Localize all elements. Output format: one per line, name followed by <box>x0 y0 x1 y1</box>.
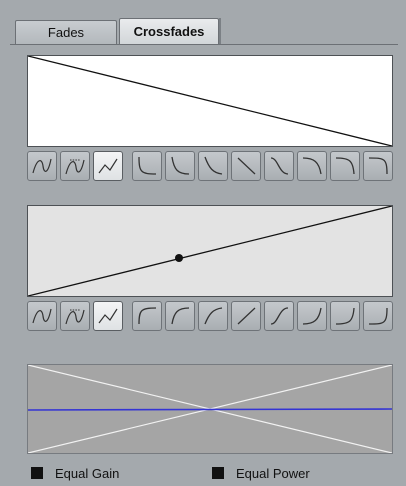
fade-preset-icon <box>270 307 289 325</box>
fade-out-preset-5[interactable] <box>264 151 294 181</box>
fade-in-preset-8[interactable] <box>363 301 393 331</box>
fade-in-preset-1[interactable] <box>132 301 162 331</box>
fade-preset-icon <box>237 307 256 325</box>
damped-spline-curve-icon <box>65 159 85 175</box>
fade-preset-icon <box>302 157 322 175</box>
equal-power-label: Equal Power <box>236 466 310 481</box>
fade-out-preset-3[interactable] <box>198 151 228 181</box>
fade-preset-icon <box>204 156 223 175</box>
fade-preset-icon <box>204 307 223 325</box>
fade-preset-icon <box>138 307 157 325</box>
fade-out-preset-1[interactable] <box>132 151 162 181</box>
fade-out-preset-7[interactable] <box>330 151 360 181</box>
fade-out-preset-4[interactable] <box>231 151 261 181</box>
spline-curve-icon <box>32 158 52 174</box>
fade-out-preset-2[interactable] <box>165 151 195 181</box>
tab-underline <box>10 44 398 45</box>
fade-preset-icon <box>138 156 157 175</box>
fade-out-preset-8[interactable] <box>363 151 393 181</box>
damped-spline-curve-button[interactable] <box>60 151 90 181</box>
equal-gain-checkbox[interactable] <box>31 467 43 479</box>
fade-in-preset-5[interactable] <box>264 301 294 331</box>
fade-preset-icon <box>171 307 190 325</box>
fade-preset-icon <box>171 156 190 175</box>
curve-kind-icon <box>98 158 118 174</box>
fade-preset-icon <box>335 157 355 175</box>
fade-out-curve-editor[interactable] <box>27 55 393 147</box>
spline-curve-icon <box>32 308 52 324</box>
tab-divider <box>219 18 221 44</box>
fade-in-button-row <box>27 301 393 333</box>
equal-gain-label: Equal Gain <box>55 466 120 481</box>
fade-in-curve-editor[interactable] <box>27 205 393 297</box>
spline-curve-button[interactable] <box>27 151 57 181</box>
crossfade-preview-graph <box>28 365 392 453</box>
fade-in-preset-4[interactable] <box>231 301 261 331</box>
tab-bar: Fades Crossfades <box>0 0 406 46</box>
fade-preset-icon <box>368 157 388 175</box>
damped-spline-curve-icon <box>65 309 85 325</box>
fade-preset-icon <box>237 157 256 175</box>
tab-crossfades[interactable]: Crossfades <box>119 18 219 44</box>
fade-in-preset-7[interactable] <box>330 301 360 331</box>
tab-fades[interactable]: Fades <box>15 20 117 44</box>
damped-spline-curve-button[interactable] <box>60 301 90 331</box>
fade-in-preset-2[interactable] <box>165 301 195 331</box>
fade-preset-icon <box>270 157 289 175</box>
fade-out-button-row <box>27 151 393 183</box>
fade-in-preset-3[interactable] <box>198 301 228 331</box>
fade-preset-icon <box>335 307 355 325</box>
fade-out-curve <box>28 56 392 146</box>
fade-preset-icon <box>302 307 322 325</box>
spline-curve-button[interactable] <box>27 301 57 331</box>
fade-out-preset-6[interactable] <box>297 151 327 181</box>
fade-in-preset-6[interactable] <box>297 301 327 331</box>
equal-power-checkbox[interactable] <box>212 467 224 479</box>
sum-preview-line <box>28 408 392 411</box>
curve-kind-button[interactable] <box>93 301 123 331</box>
crossfade-preview <box>27 364 393 454</box>
curve-kind-button[interactable] <box>93 151 123 181</box>
fade-in-curve <box>28 206 392 296</box>
curve-handle[interactable] <box>175 254 183 262</box>
curve-kind-icon <box>98 308 118 324</box>
fade-preset-icon <box>368 307 388 325</box>
